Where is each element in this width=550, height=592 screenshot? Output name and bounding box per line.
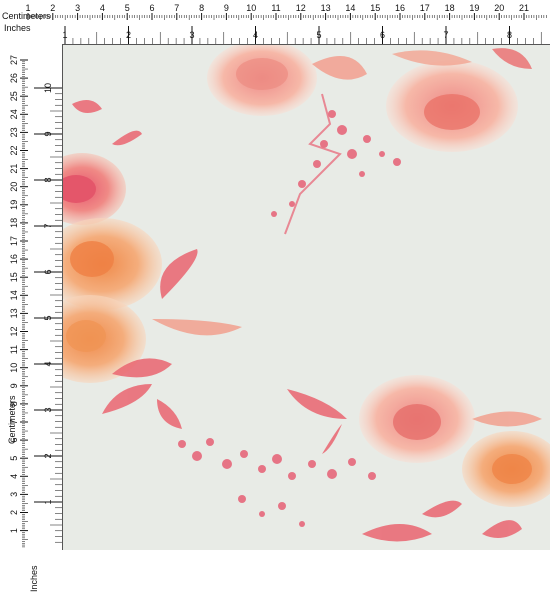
ruler-left-cm-label: 2 xyxy=(9,510,19,515)
ruler-top-cm-label: 12 xyxy=(296,3,306,13)
ruler-left-cm-label: 16 xyxy=(9,254,19,264)
ruler-left-cm-label: 13 xyxy=(9,308,19,318)
ruler-left-cm-label: 9 xyxy=(9,383,19,388)
ruler-left-cm-label: 1 xyxy=(9,528,19,533)
ruler-left-cm-label: 21 xyxy=(9,164,19,174)
rose-left-upper xyxy=(62,153,126,225)
ruler-top-cm-label: 7 xyxy=(174,3,179,13)
ruler-top-cm-label: 18 xyxy=(445,3,455,13)
sprigs-top xyxy=(271,93,401,235)
sprigs-bottom xyxy=(178,438,376,527)
ruler-left-cm-label: 19 xyxy=(9,200,19,210)
ruler-left-cm-label: 24 xyxy=(9,109,19,119)
ruler-left-ticks: 2726252423222120191817161514131211109876… xyxy=(9,55,62,548)
ruler-top-cm-label: 15 xyxy=(370,3,380,13)
ruler-left-cm-label: 10 xyxy=(9,363,19,373)
ruler-left-cm-label: 5 xyxy=(9,456,19,461)
ruler-left-cm-label: 20 xyxy=(9,182,19,192)
peony-bottom-right xyxy=(462,431,550,507)
ruler-top-cm-label: 16 xyxy=(395,3,405,13)
ruler-left-cm-label: 12 xyxy=(9,326,19,336)
ruler-top-cm-label: 19 xyxy=(469,3,479,13)
ruler-top-cm-label: 13 xyxy=(321,3,331,13)
ruler-left-cm-label: 27 xyxy=(9,55,19,65)
centimeters-side-label: Centimeters xyxy=(7,395,17,444)
ruler-left-cm-label: 17 xyxy=(9,236,19,246)
ruler-left-cm-label: 23 xyxy=(9,127,19,137)
ruler-top-cm-label: 14 xyxy=(345,3,355,13)
ruler-top-cm-label: 6 xyxy=(149,3,154,13)
ruler-top-cm-label: 11 xyxy=(271,3,280,13)
ruler-top-cm-label: 20 xyxy=(494,3,504,13)
peony-left-middle xyxy=(62,218,162,310)
ruler-left-cm-label: 14 xyxy=(9,290,19,300)
ruler-left-cm-label: 15 xyxy=(9,272,19,282)
ruler-top-cm-label: 10 xyxy=(246,3,256,13)
rose-bottom-center xyxy=(359,375,475,463)
ruler-top-cm-label: 9 xyxy=(224,3,229,13)
ruler-left: 27 26 25 24 23 22 21 20 19 18 17 16 15 14 13 12 11 10 9 8 7 6… xyxy=(0,44,63,592)
ruler-left-cm-label: 22 xyxy=(9,145,19,155)
ruler-top-cm-label: 21 xyxy=(519,3,529,13)
ruler-top-cm-label: 8 xyxy=(199,3,204,13)
ruler-left-cm-label: 11 xyxy=(9,345,19,354)
ruler-top-cm-label: 2 xyxy=(50,3,55,13)
rose-top-right xyxy=(386,48,532,152)
ruler-top-cm-label: 17 xyxy=(420,3,430,13)
ruler-left-cm-label: 4 xyxy=(9,474,19,479)
inches-side-label: Inches xyxy=(29,565,39,592)
rose-top-center xyxy=(207,44,367,116)
ruler-top-cm-label: 4 xyxy=(100,3,105,13)
fabric-print xyxy=(62,44,550,550)
ruler-left-cm-label: 25 xyxy=(9,91,19,101)
ruler-left-cm-label: 18 xyxy=(9,218,19,228)
ruler-top-cm-label: 5 xyxy=(125,3,130,13)
ruler-top: 1234567891011121314151617181920211234567… xyxy=(0,0,550,45)
centimeters-label: Centimeters xyxy=(2,11,51,21)
ruler-left-cm-label: 26 xyxy=(9,73,19,83)
inches-label: Inches xyxy=(4,23,31,33)
ruler-top-ticks: 1234567891011121314151617181920211234567… xyxy=(25,3,547,44)
ruler-left-cm-label: 3 xyxy=(9,492,19,497)
floral-pattern xyxy=(62,44,550,542)
ruler-top-cm-label: 3 xyxy=(75,3,80,13)
